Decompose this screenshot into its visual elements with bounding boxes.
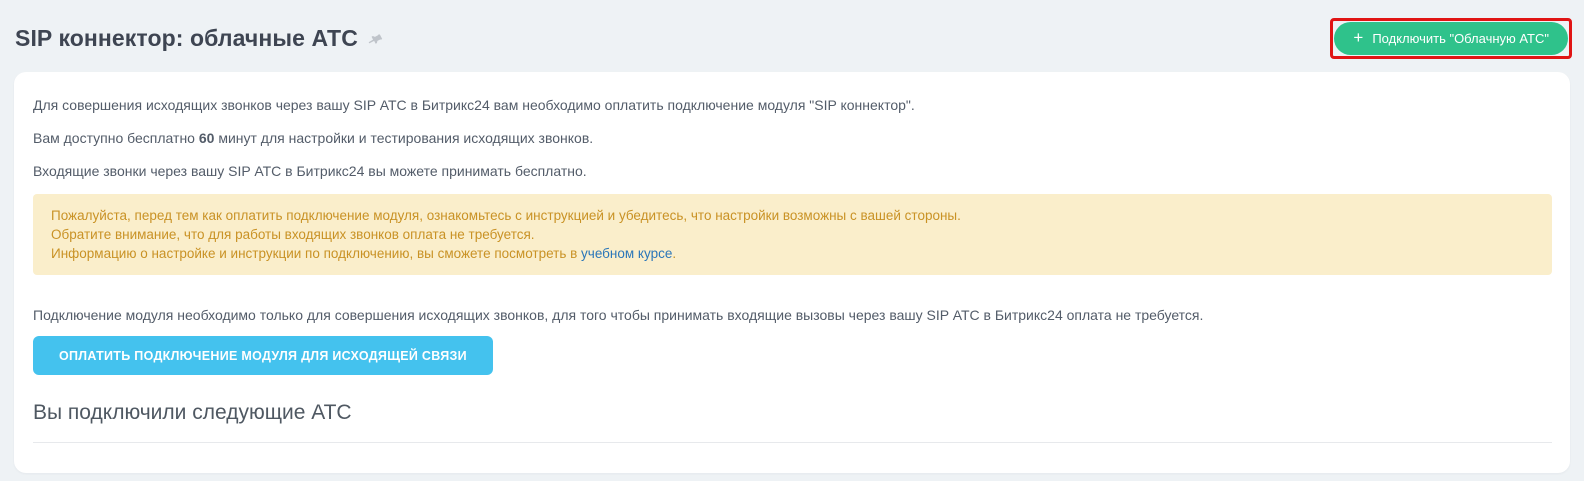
pay-module-button[interactable]: ОПЛАТИТЬ ПОДКЛЮЧЕНИЕ МОДУЛЯ ДЛЯ ИСХОДЯЩЕ… xyxy=(33,336,493,375)
warning-line-3-before: Информацию о настройке и инструкции по п… xyxy=(51,246,582,261)
warning-line-3-after: . xyxy=(672,246,677,261)
intro-paragraph-3: Входящие звонки через вашу SIP АТС в Бит… xyxy=(33,161,1552,181)
intro-paragraph-2: Вам доступно бесплатно 60 минут для наст… xyxy=(33,128,1552,148)
training-course-link[interactable]: учебном курсе xyxy=(581,246,672,261)
connected-pbx-heading: Вы подключили следующие АТС xyxy=(33,401,352,424)
intro-paragraph-1-text: Для совершения исходящих звонков через в… xyxy=(33,97,915,113)
intro-paragraph-3-text: Входящие звонки через вашу SIP АТС в Бит… xyxy=(33,163,587,179)
warning-line-1: Пожалуйста, перед тем как оплатить подкл… xyxy=(51,208,961,223)
intro-paragraph-2-after: минут для настройки и тестирования исход… xyxy=(214,130,594,146)
connect-cloud-pbx-button[interactable]: + Подключить "Облачную АТС" xyxy=(1334,21,1568,55)
intro-paragraph-2-before: Вам доступно бесплатно xyxy=(33,130,199,146)
sip-connector-card: Для совершения исходящих звонков через в… xyxy=(14,72,1570,473)
section-divider xyxy=(33,442,1552,443)
warning-box: Пожалуйста, перед тем как оплатить подкл… xyxy=(33,194,1552,275)
title-wrap: SIP коннектор: облачные АТС xyxy=(15,25,383,52)
page-title: SIP коннектор: облачные АТС xyxy=(15,24,358,51)
warning-line-3: Информацию о настройке и инструкции по п… xyxy=(51,244,1534,263)
pin-icon[interactable] xyxy=(368,32,383,47)
free-minutes-value: 60 xyxy=(198,130,215,146)
page-header: SIP коннектор: облачные АТС + Подключить… xyxy=(0,0,1584,62)
module-note-text: Подключение модуля необходимо только для… xyxy=(33,307,1204,323)
warning-line-2: Обратите внимание, что для работы входящ… xyxy=(51,227,535,242)
plus-icon: + xyxy=(1353,27,1364,47)
intro-paragraph-1: Для совершения исходящих звонков через в… xyxy=(33,95,1552,115)
module-note: Подключение модуля необходимо только для… xyxy=(33,305,1552,325)
highlight-annotation: + Подключить "Облачную АТС" xyxy=(1330,17,1572,59)
connect-cloud-pbx-label: Подключить "Облачную АТС" xyxy=(1372,30,1549,46)
